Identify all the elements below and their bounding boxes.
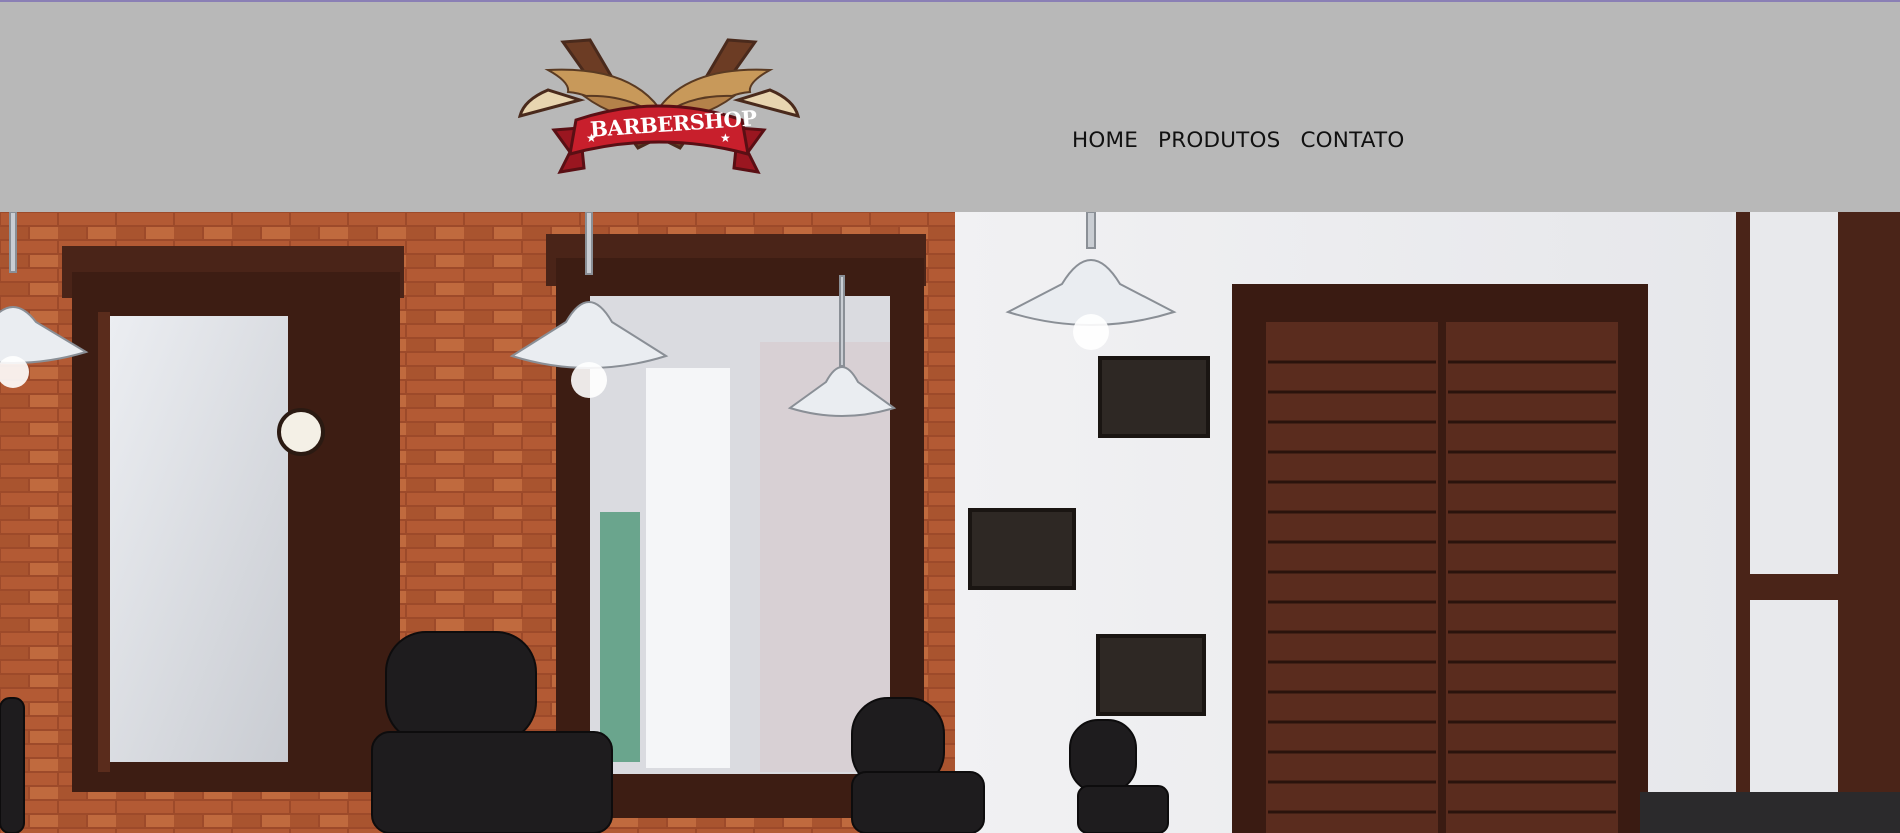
main-navigation: HOME PRODUTOS CONTATO [1072,128,1404,153]
svg-text:★: ★ [586,131,597,145]
svg-text:★: ★ [720,131,731,145]
site-header: ★ ★ BARBERSHOP HOME PRODUTOS CONTATO [0,2,1900,212]
nav-home[interactable]: HOME [1072,128,1138,153]
nav-produtos[interactable]: PRODUTOS [1158,128,1280,153]
hero-banner-image [0,212,1900,833]
barbershop-logo[interactable]: ★ ★ BARBERSHOP [518,30,800,192]
barbershop-interior-photo [0,212,1900,833]
nav-contato[interactable]: CONTATO [1300,128,1404,153]
barbershop-logo-icon: ★ ★ [518,38,800,174]
